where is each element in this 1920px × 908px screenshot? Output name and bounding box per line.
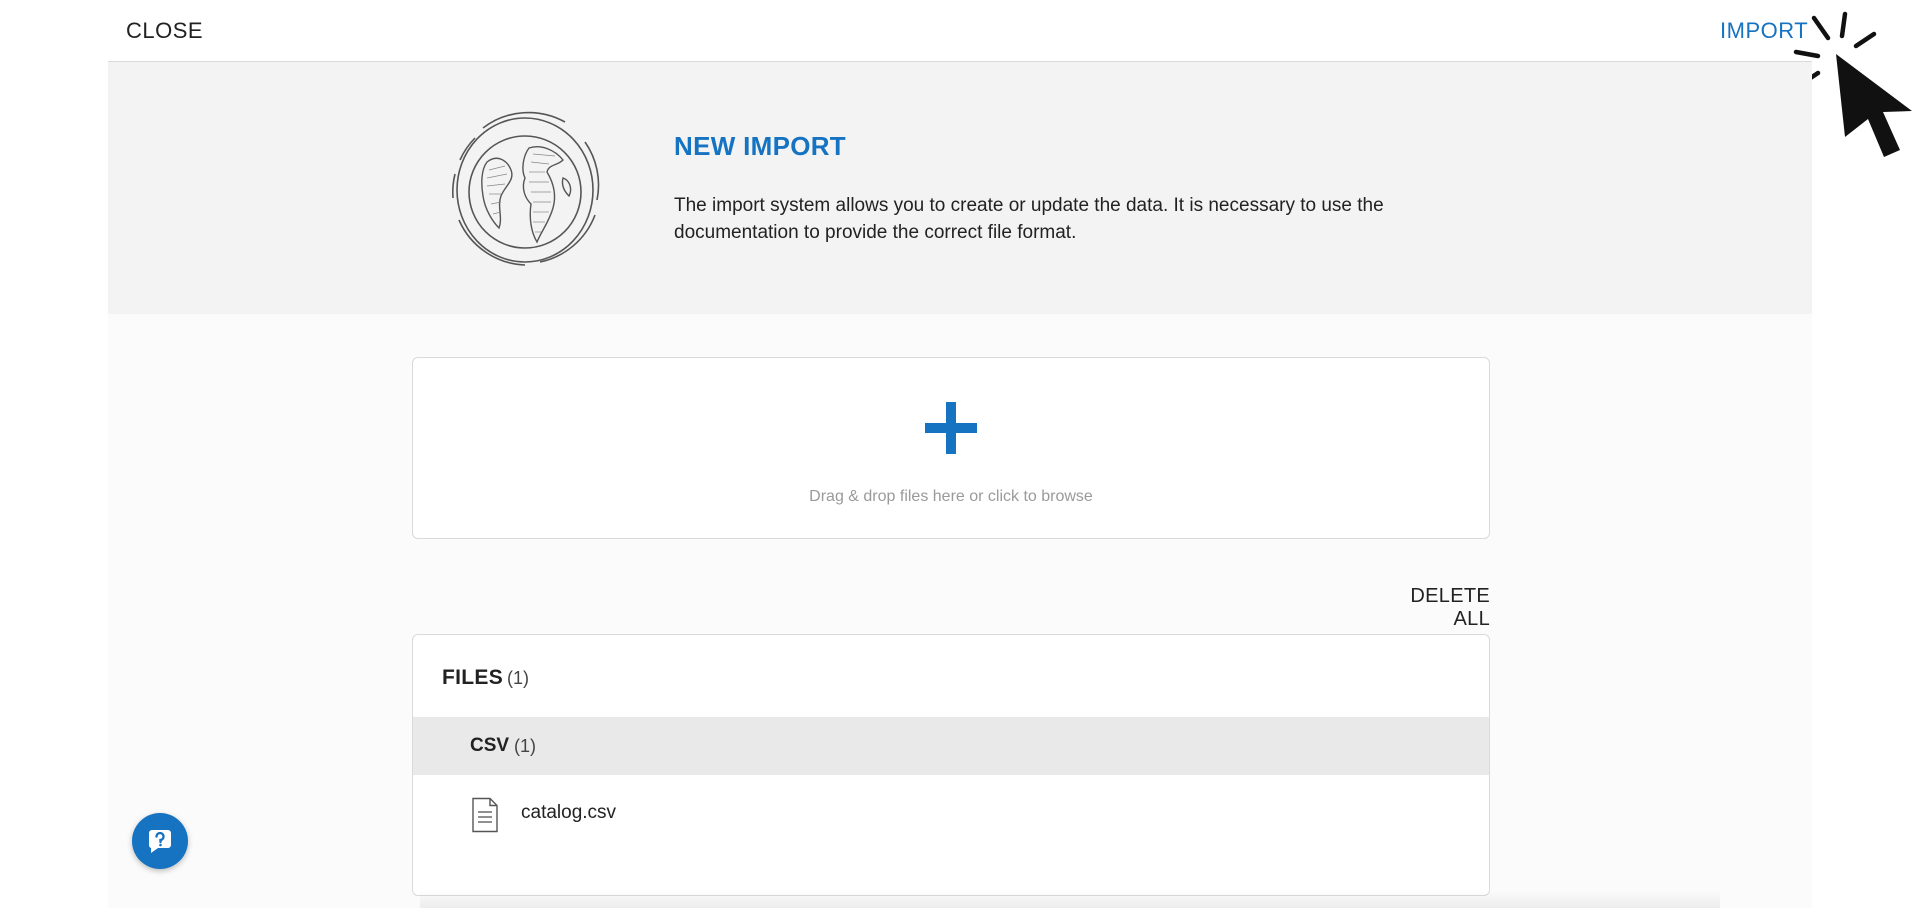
files-header: FILES (1) [442, 666, 529, 690]
import-hero-banner [108, 62, 1812, 314]
page-title: NEW IMPORT [674, 131, 846, 161]
close-button[interactable]: CLOSE [126, 18, 203, 44]
files-panel: FILES (1) CSV (1) catalog.csv [412, 634, 1490, 896]
bottom-shadow [420, 890, 1720, 908]
file-group-label: CSV [470, 735, 510, 756]
document-icon [472, 797, 498, 833]
file-group-csv[interactable]: CSV (1) [413, 717, 1489, 775]
dropzone-hint: Drag & drop files here or click to brows… [809, 488, 1093, 505]
globe-icon [451, 111, 600, 266]
delete-all-button[interactable]: DELETE ALL [1370, 585, 1490, 631]
files-count: (1) [507, 668, 530, 688]
file-dropzone[interactable]: Drag & drop files here or click to brows… [412, 357, 1490, 539]
file-group-count: (1) [514, 736, 536, 756]
help-chat-icon [148, 830, 171, 853]
top-bar: CLOSE IMPORT [0, 0, 1920, 62]
file-name[interactable]: catalog.csv [521, 802, 616, 824]
plus-icon [925, 402, 977, 454]
help-chat-button[interactable] [132, 813, 188, 869]
files-label: FILES [442, 666, 504, 689]
import-description: The import system allows you to create o… [674, 195, 1384, 243]
